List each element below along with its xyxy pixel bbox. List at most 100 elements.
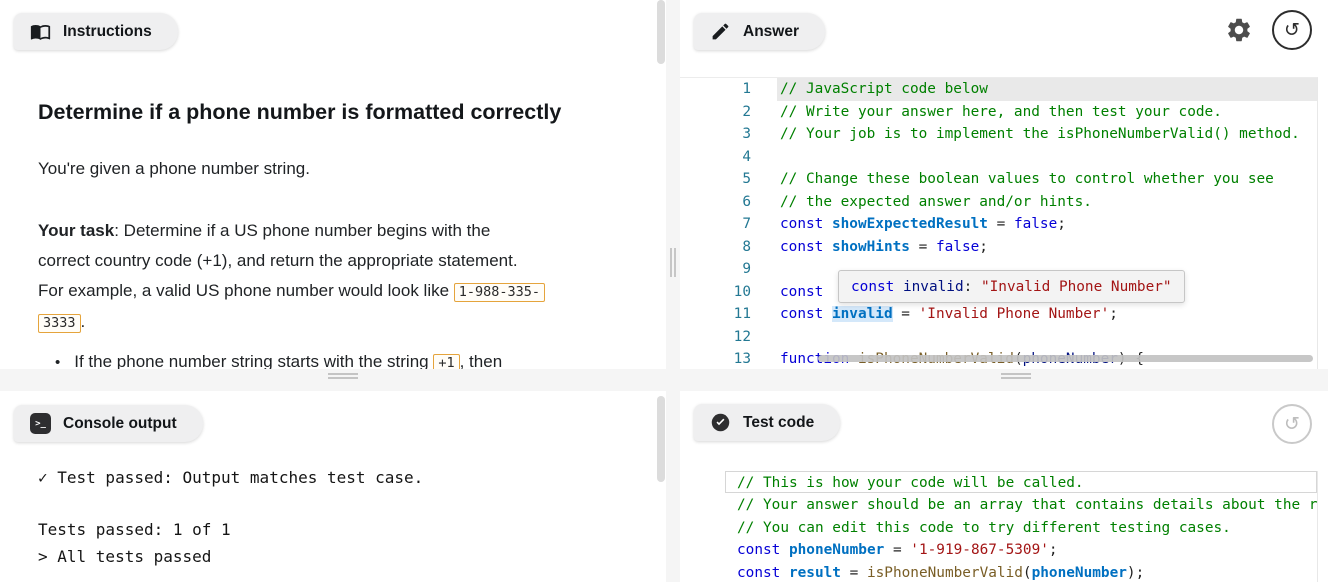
code-token: phoneNumber	[1032, 565, 1127, 581]
code-token: const	[780, 216, 832, 232]
vertical-splitter-handle[interactable]	[670, 248, 676, 277]
inline-code-plus-one: +1	[433, 354, 459, 369]
code-text	[777, 146, 1317, 169]
code-token: 'Invalid Phone Number'	[919, 306, 1110, 322]
code-text: // This is how your code will be called.	[725, 471, 1317, 493]
console-all-passed: > All tests passed	[38, 547, 211, 566]
book-icon	[30, 21, 51, 42]
test-code-editor[interactable]: // This is how your code will be called.…	[725, 471, 1318, 582]
horizontal-splitter[interactable]	[0, 369, 1328, 391]
code-line[interactable]: 4	[680, 146, 1317, 169]
answer-hscrollbar-thumb[interactable]	[818, 355, 1313, 362]
tab-test-code-label: Test code	[743, 414, 814, 432]
tab-console: >_ Console output	[14, 405, 203, 442]
code-token: // Change these boolean values to contro…	[780, 171, 1274, 187]
code-line[interactable]: // This is how your code will be called.	[725, 471, 1317, 493]
horizontal-splitter-handle-left[interactable]	[328, 373, 358, 379]
task-paragraph: Your task: Determine if a US phone numbe…	[38, 216, 648, 338]
code-line[interactable]: 3// Your job is to implement the isPhone…	[680, 123, 1317, 146]
code-token: =	[988, 216, 1014, 232]
code-line[interactable]: 8const showHints = false;	[680, 236, 1317, 259]
code-token: showExpectedResult	[832, 216, 988, 232]
code-token: =	[910, 239, 936, 255]
test-reset-button[interactable]: ↺	[1272, 404, 1312, 444]
code-line[interactable]: 6// the expected answer and/or hints.	[680, 191, 1317, 214]
code-token: // Write your answer here, and then test…	[780, 104, 1222, 120]
code-token: =	[884, 542, 910, 558]
line-number: 7	[680, 213, 777, 236]
tooltip-content: const invalid: "Invalid Phone Number"	[851, 279, 1172, 295]
code-text: // the expected answer and/or hints.	[777, 191, 1317, 214]
answer-panel: Answer ↺ 1// JavaScript code below2// Wr…	[680, 0, 1328, 369]
console-tests-passed: Tests passed: 1 of 1	[38, 520, 231, 539]
check-circle-icon	[710, 412, 731, 433]
console-panel: >_ Console output ✓ Test passed: Output …	[0, 391, 666, 582]
terminal-icon: >_	[30, 413, 51, 434]
code-text: const result = isPhoneNumberValid(phoneN…	[725, 561, 1317, 582]
line-number: 13	[680, 348, 777, 369]
code-line[interactable]: // You can edit this code to try differe…	[725, 516, 1317, 538]
code-token: false	[1014, 216, 1057, 232]
code-line[interactable]: 5// Change these boolean values to contr…	[680, 168, 1317, 191]
code-token: (	[1023, 565, 1032, 581]
instructions-panel: Instructions Determine if a phone number…	[0, 0, 666, 369]
line-number: 9	[680, 258, 777, 281]
code-token: const	[737, 565, 789, 581]
code-token: // This is how your code will be called.	[737, 475, 1084, 491]
horizontal-splitter-handle-right[interactable]	[1001, 373, 1031, 379]
tab-instructions-label: Instructions	[63, 23, 152, 41]
code-token: invalid	[832, 306, 893, 322]
code-line[interactable]: 2// Write your answer here, and then tes…	[680, 101, 1317, 124]
bullet-text-suffix: , then	[460, 352, 503, 369]
code-text: const showHints = false;	[777, 236, 1317, 259]
code-text: // Your job is to implement the isPhoneN…	[777, 123, 1317, 146]
code-token: "Invalid Phone Number"	[981, 279, 1172, 295]
code-token: const	[780, 306, 832, 322]
code-line[interactable]: const phoneNumber = '1-919-867-5309';	[725, 538, 1317, 560]
task-text-1: : Determine if a US phone number begins …	[114, 221, 490, 240]
code-token: // the expected answer and/or hints.	[780, 194, 1092, 210]
code-token: // JavaScript code below	[780, 81, 988, 97]
instructions-scrollbar-thumb[interactable]	[657, 0, 665, 64]
clipped-bullet-item: •If the phone number string starts with …	[55, 352, 502, 369]
pencil-icon	[710, 21, 731, 42]
code-token: phoneNumber	[789, 542, 884, 558]
code-token: showHints	[832, 239, 910, 255]
code-token: invalid	[903, 279, 964, 295]
tab-instructions: Instructions	[14, 13, 178, 50]
code-text: const invalid = 'Invalid Phone Number';	[777, 303, 1317, 326]
code-line[interactable]: 12	[680, 326, 1317, 349]
code-token: =	[893, 306, 919, 322]
code-token: :	[964, 279, 981, 295]
task-label: Your task	[38, 221, 114, 240]
code-line[interactable]: 1// JavaScript code below	[680, 78, 1317, 101]
console-scrollbar-thumb[interactable]	[657, 396, 665, 482]
code-line[interactable]: const result = isPhoneNumberValid(phoneN…	[725, 561, 1317, 582]
code-token: const	[780, 284, 823, 300]
hover-tooltip: const invalid: "Invalid Phone Number"	[838, 270, 1185, 303]
code-token: const	[737, 542, 789, 558]
code-token: );	[1127, 565, 1144, 581]
code-token: const	[851, 279, 903, 295]
code-text	[777, 326, 1317, 349]
tab-console-label: Console output	[63, 415, 177, 433]
vertical-splitter[interactable]	[666, 0, 680, 582]
line-number: 8	[680, 236, 777, 259]
answer-code-lines: 1// JavaScript code below2// Write your …	[680, 78, 1317, 369]
line-number: 11	[680, 303, 777, 326]
code-line[interactable]: 7const showExpectedResult = false;	[680, 213, 1317, 236]
exercise-title: Determine if a phone number is formatted…	[38, 100, 561, 125]
code-text: // Change these boolean values to contro…	[777, 168, 1317, 191]
answer-code-editor[interactable]: 1// JavaScript code below2// Write your …	[680, 77, 1318, 369]
tab-answer: Answer	[694, 13, 825, 50]
settings-button[interactable]	[1225, 16, 1253, 44]
tab-answer-label: Answer	[743, 23, 799, 41]
code-token: false	[936, 239, 979, 255]
code-line[interactable]: 11const invalid = 'Invalid Phone Number'…	[680, 303, 1317, 326]
test-code-lines: // This is how your code will be called.…	[725, 471, 1317, 582]
line-number: 3	[680, 123, 777, 146]
code-line[interactable]: // Your answer should be an array that c…	[725, 493, 1317, 515]
answer-reset-button[interactable]: ↺	[1272, 10, 1312, 50]
line-number: 10	[680, 281, 777, 304]
gear-icon	[1225, 16, 1253, 44]
